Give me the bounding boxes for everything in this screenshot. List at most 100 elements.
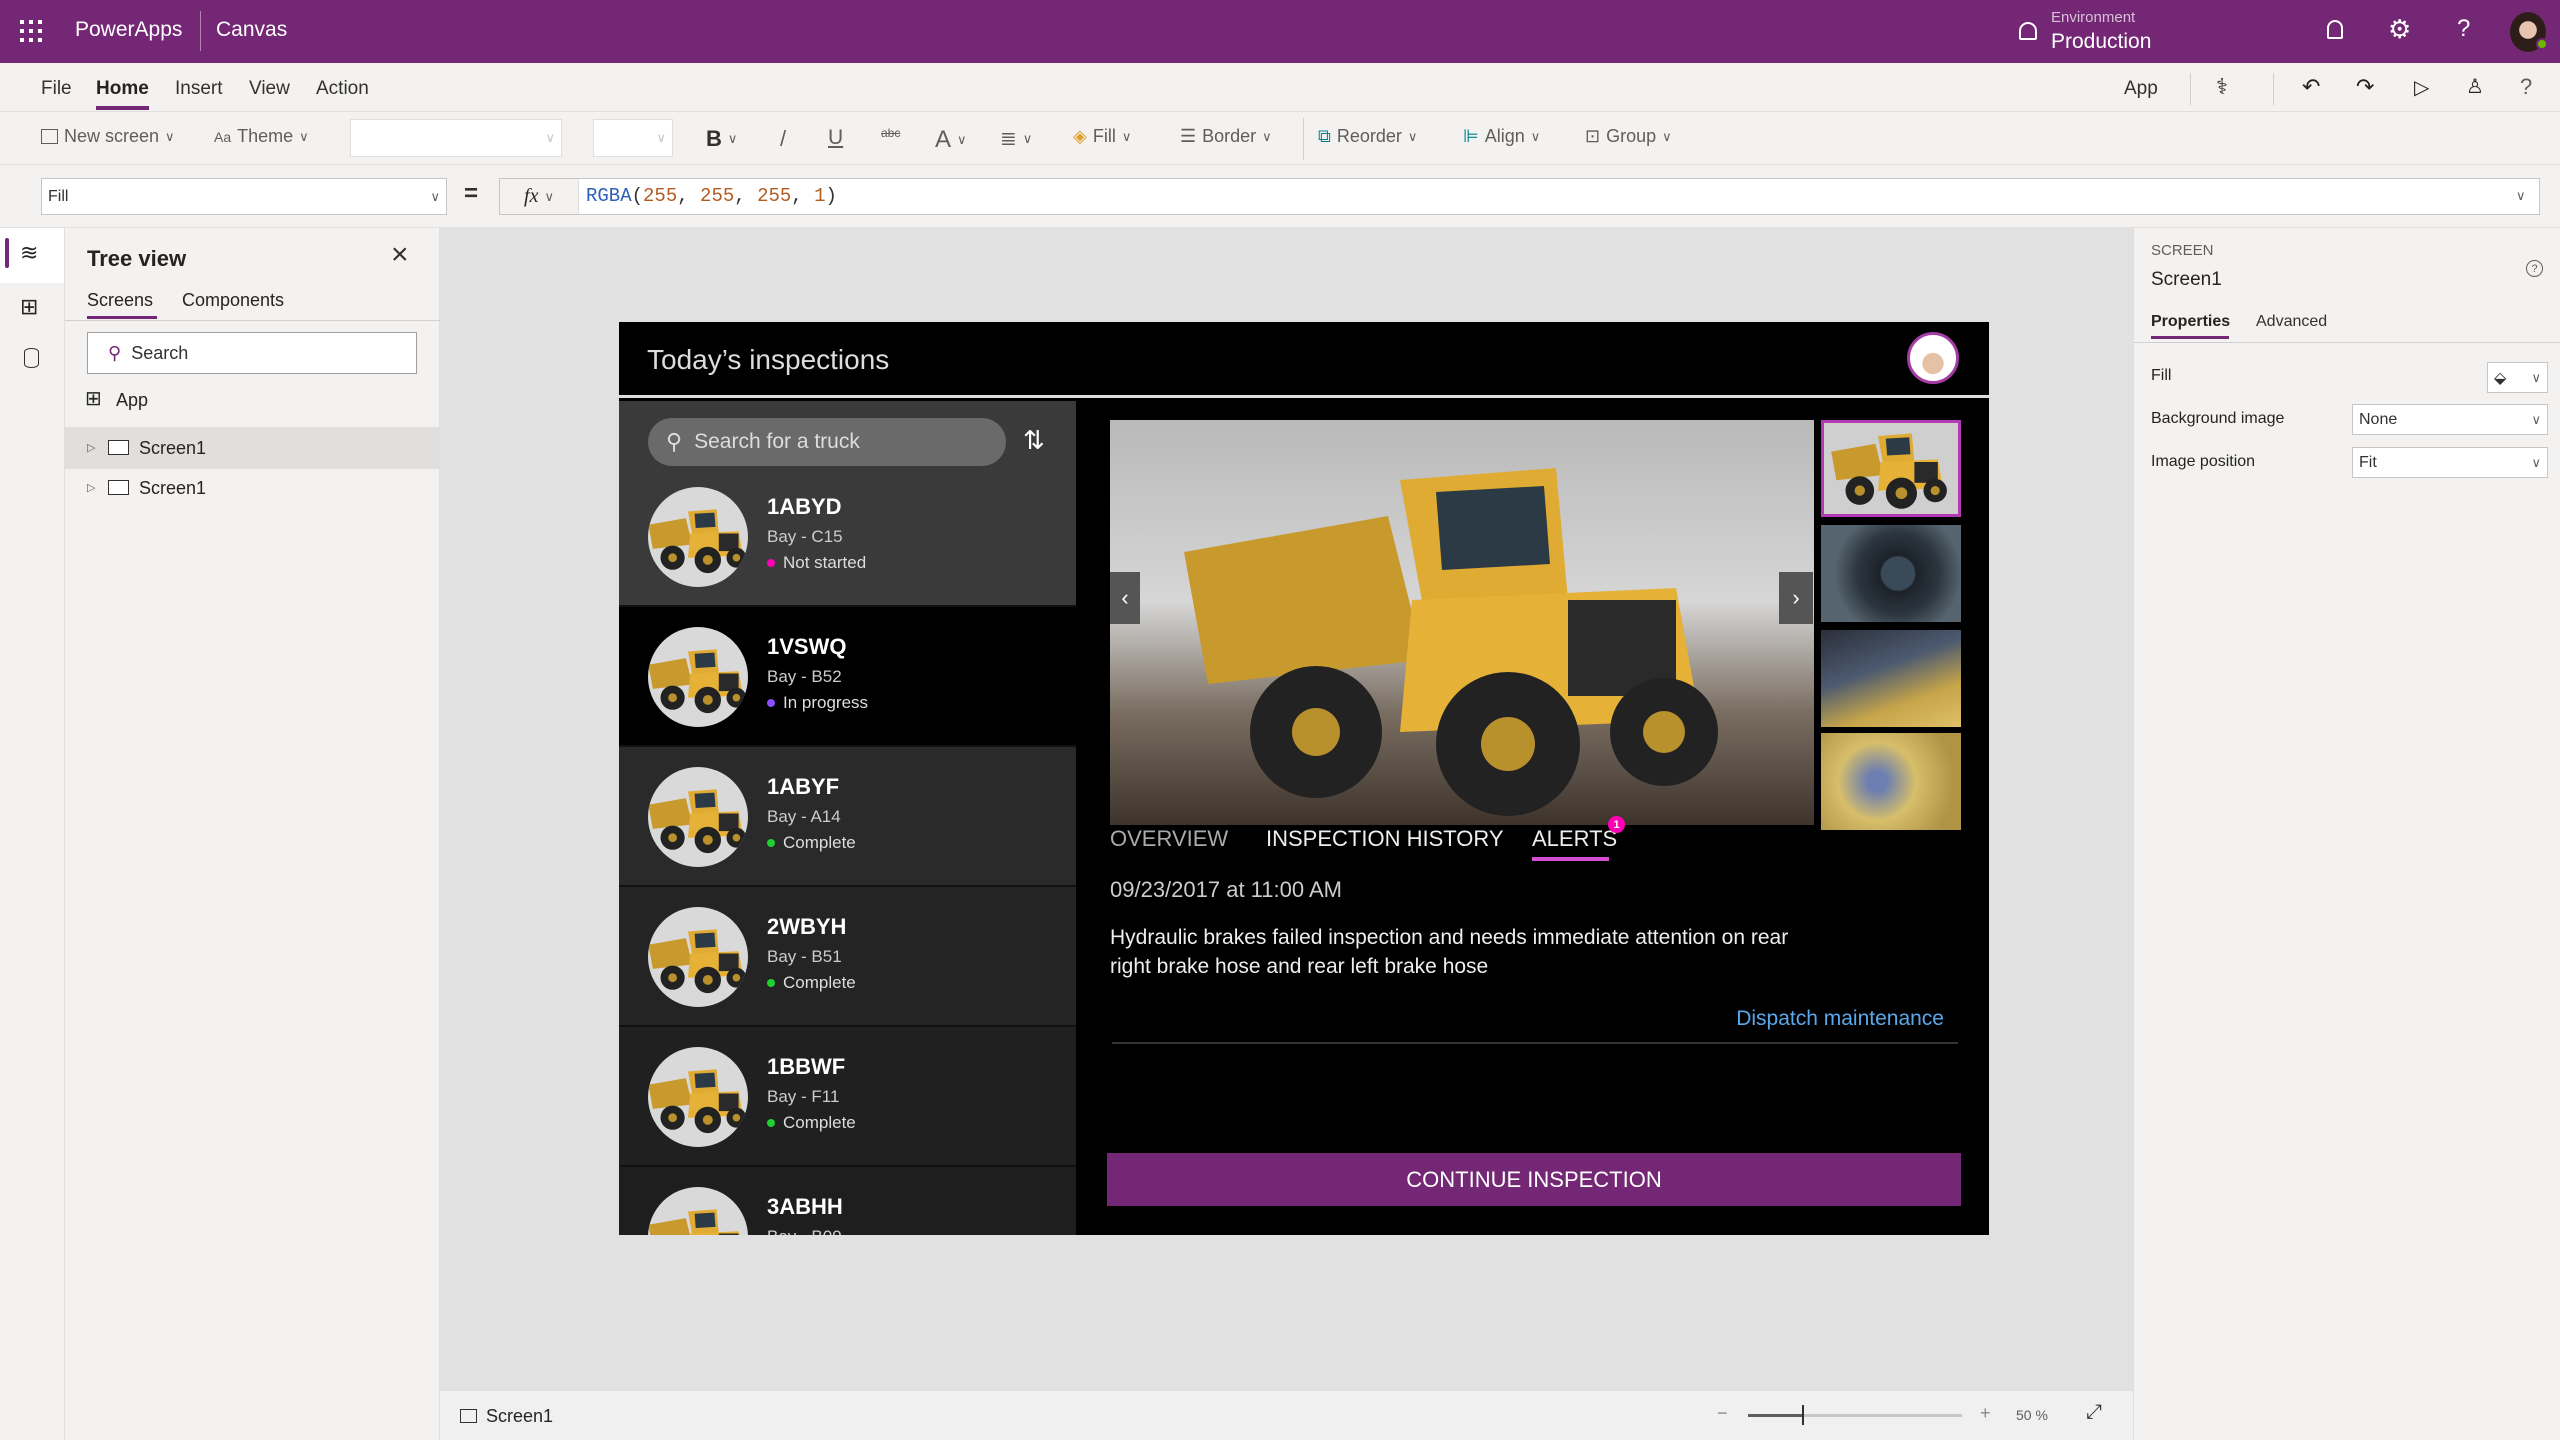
thumbnail-hydraulics[interactable]	[1821, 630, 1961, 727]
tree-item-app[interactable]: App	[116, 390, 148, 411]
zoom-slider-fill	[1748, 1414, 1802, 1417]
italic-button[interactable]: /	[780, 126, 786, 152]
properties-panel: SCREEN Screen1 ? Properties Advanced Fil…	[2133, 228, 2560, 1440]
selected-kind: SCREEN	[2151, 242, 2214, 259]
tab-overview[interactable]: OVERVIEW	[1110, 826, 1228, 852]
strikethrough-button[interactable]: abc	[881, 126, 900, 140]
redo-icon[interactable]: ↷	[2356, 74, 2374, 100]
reorder-button[interactable]: ⧉ Reorder ∨	[1318, 126, 1417, 147]
paint-bucket-icon: ⬙	[2494, 369, 2507, 387]
fill-button[interactable]: ◈ Fill ∨	[1073, 126, 1131, 147]
active-menu-underline	[96, 106, 149, 110]
tree-view-title: Tree view	[87, 246, 187, 271]
menu-home[interactable]: Home	[96, 78, 149, 100]
zoom-out-button[interactable]: −	[1717, 1403, 1728, 1424]
background-image-dropdown[interactable]: None ∨	[2352, 404, 2548, 435]
app-launcher-icon[interactable]	[20, 20, 42, 42]
zoom-in-button[interactable]: +	[1980, 1403, 1991, 1424]
formula-text[interactable]: RGBA(255, 255, 255, 1)	[586, 185, 837, 207]
expand-caret-icon[interactable]: ▷	[87, 481, 95, 494]
property-dropdown[interactable]: Fill ∨	[41, 178, 447, 215]
truck-status: Complete	[767, 833, 856, 853]
truck-status: In progress	[767, 693, 868, 713]
help-icon[interactable]: ?	[2457, 15, 2470, 43]
menu-file[interactable]: File	[41, 78, 72, 100]
undo-icon[interactable]: ↶	[2302, 74, 2320, 100]
screen-label: Screen1	[139, 438, 207, 458]
border-button[interactable]: ☰ Border ∨	[1180, 126, 1272, 147]
current-screen-label[interactable]: Screen1	[486, 1406, 553, 1427]
thumbnail-hose[interactable]	[1821, 733, 1961, 830]
app-checker-icon[interactable]: ⚕	[2216, 74, 2228, 100]
truck-list[interactable]: 1ABYD Bay - C15 Not started 1VSWQ Bay - B…	[619, 401, 1076, 1235]
bold-button[interactable]: B ∨	[706, 126, 737, 152]
truck-list-item[interactable]: 1ABYF Bay - A14 Complete	[619, 747, 1076, 887]
group-icon: ⊡	[1585, 126, 1601, 146]
previous-image-button[interactable]: ‹	[1110, 572, 1140, 624]
truck-id: 1ABYF	[767, 774, 840, 799]
menu-insert[interactable]: Insert	[175, 78, 223, 100]
continue-inspection-button[interactable]: CONTINUE INSPECTION	[1107, 1153, 1961, 1206]
theme-icon: Aa	[214, 128, 232, 145]
text-align-button[interactable]: ≣ ∨	[1000, 126, 1032, 151]
font-color-icon: A	[935, 126, 952, 153]
fill-color-picker[interactable]: ⬙ ∨	[2487, 362, 2548, 393]
dispatch-maintenance-link[interactable]: Dispatch maintenance	[1736, 1007, 1944, 1031]
truck-list-item[interactable]: 3ABHH Bay - B09	[619, 1167, 1076, 1235]
product-name[interactable]: PowerApps	[75, 18, 182, 42]
fx-icon: fx	[524, 185, 539, 207]
theme-button[interactable]: Aa Theme ∨	[214, 126, 309, 147]
group-button[interactable]: ⊡ Group ∨	[1585, 126, 1672, 147]
truck-avatar	[648, 767, 748, 867]
truck-search-input[interactable]: ⚲ Search for a truck	[648, 418, 1006, 466]
truck-list-item[interactable]: 1BBWF Bay - F11 Complete	[619, 1027, 1076, 1167]
truck-avatar	[648, 907, 748, 1007]
thumbnail-tire[interactable]	[1821, 525, 1961, 622]
help-icon[interactable]: ?	[2526, 260, 2543, 277]
tab-advanced[interactable]: Advanced	[2256, 313, 2327, 331]
environment-value[interactable]: Production	[2051, 30, 2151, 54]
zoom-slider-thumb[interactable]	[1801, 1405, 1804, 1425]
share-user-icon[interactable]: ♙	[2466, 74, 2484, 99]
tab-components[interactable]: Components	[182, 290, 284, 311]
tab-inspection-history[interactable]: INSPECTION HISTORY	[1266, 826, 1504, 852]
help-icon[interactable]: ?	[2520, 74, 2532, 100]
tab-screens[interactable]: Screens	[87, 290, 153, 311]
next-image-button[interactable]: ›	[1779, 572, 1813, 624]
expand-caret-icon[interactable]: ▷	[87, 441, 95, 454]
status-text: Complete	[783, 833, 856, 852]
tab-alerts[interactable]: ALERTS	[1532, 826, 1617, 852]
insert-components-icon[interactable]: ⊞	[20, 294, 38, 320]
expand-formula-icon[interactable]: ∨	[2516, 188, 2526, 204]
zoom-slider[interactable]	[1748, 1405, 1962, 1425]
close-icon[interactable]: ×	[391, 238, 409, 272]
tree-search-input[interactable]: ⚲ Search	[87, 332, 417, 374]
app-settings-button[interactable]: App	[2124, 78, 2158, 100]
gear-icon[interactable]: ⚙	[2388, 14, 2411, 45]
underline-button[interactable]: U	[828, 126, 843, 150]
new-screen-button[interactable]: New screen ∨	[41, 126, 175, 147]
font-size-dropdown[interactable]: ∨	[593, 119, 673, 157]
strikethrough-icon: abc	[881, 126, 901, 140]
tab-properties[interactable]: Properties	[2151, 313, 2230, 331]
status-dot	[767, 839, 775, 847]
image-position-dropdown[interactable]: Fit ∨	[2352, 447, 2548, 478]
formula-arg: 255	[643, 185, 678, 207]
truck-list-item[interactable]: 1VSWQ Bay - B52 In progress	[619, 607, 1076, 747]
tree-item-screen[interactable]: Screen1	[139, 478, 206, 499]
font-color-button[interactable]: A ∨	[935, 126, 967, 154]
truck-list-item[interactable]: 2WBYH Bay - B51 Complete	[619, 887, 1076, 1027]
inspection-app-screen[interactable]: Today’s inspections 1ABYD Bay - C15 Not s…	[619, 322, 1989, 1235]
font-family-dropdown[interactable]: ∨	[350, 119, 562, 157]
fx-button[interactable]: fx ∨	[500, 179, 579, 214]
menu-view[interactable]: View	[249, 78, 290, 100]
play-icon[interactable]: ▷	[2414, 75, 2429, 100]
sort-icon[interactable]: ⇅	[1023, 425, 1045, 456]
thumbnail-truck[interactable]	[1821, 420, 1961, 517]
fit-to-window-icon[interactable]: ⤢	[2086, 1401, 2102, 1424]
data-sources-icon[interactable]	[24, 348, 39, 368]
menu-action[interactable]: Action	[316, 78, 369, 100]
bell-icon[interactable]	[2327, 20, 2343, 39]
align-button[interactable]: ⊫ Align ∨	[1463, 126, 1540, 147]
inspector-avatar[interactable]	[1907, 332, 1959, 384]
